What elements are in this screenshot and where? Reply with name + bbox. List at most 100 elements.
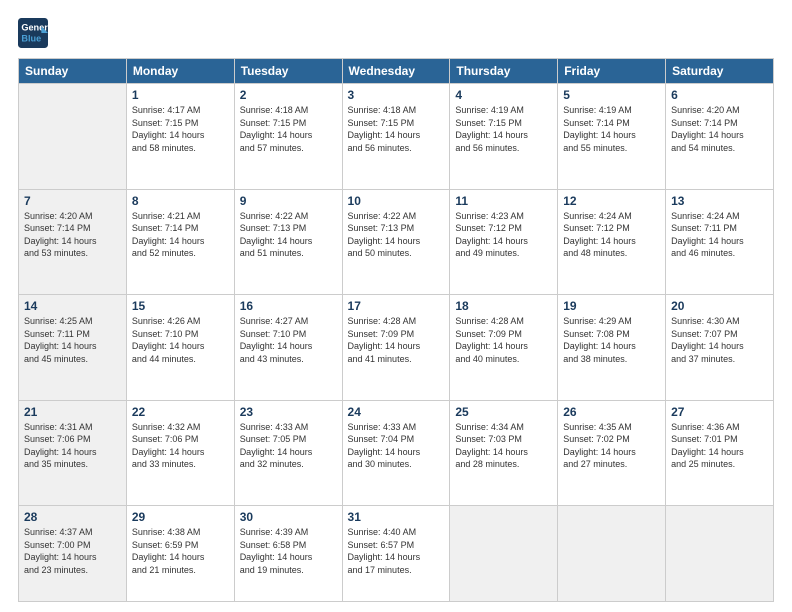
calendar-cell xyxy=(558,506,666,602)
cell-info: Sunrise: 4:19 AMSunset: 7:14 PMDaylight:… xyxy=(563,104,660,154)
cell-info: Sunrise: 4:33 AMSunset: 7:04 PMDaylight:… xyxy=(348,421,445,471)
cell-info: Sunrise: 4:25 AMSunset: 7:11 PMDaylight:… xyxy=(24,315,121,365)
calendar-table: SundayMondayTuesdayWednesdayThursdayFrid… xyxy=(18,58,774,602)
day-number: 25 xyxy=(455,405,552,419)
day-number: 31 xyxy=(348,510,445,524)
calendar-cell: 4 Sunrise: 4:19 AMSunset: 7:15 PMDaylight… xyxy=(450,84,558,190)
day-number: 5 xyxy=(563,88,660,102)
day-number: 17 xyxy=(348,299,445,313)
calendar-cell: 3 Sunrise: 4:18 AMSunset: 7:15 PMDaylight… xyxy=(342,84,450,190)
day-number: 4 xyxy=(455,88,552,102)
day-number: 16 xyxy=(240,299,337,313)
week-row: 28Sunrise: 4:37 AMSunset: 7:00 PMDayligh… xyxy=(19,506,774,602)
cell-info: Sunrise: 4:22 AMSunset: 7:13 PMDaylight:… xyxy=(348,210,445,260)
calendar-cell: 26Sunrise: 4:35 AMSunset: 7:02 PMDayligh… xyxy=(558,400,666,506)
day-number: 15 xyxy=(132,299,229,313)
logo: General Blue xyxy=(18,18,52,48)
day-number: 22 xyxy=(132,405,229,419)
day-number: 29 xyxy=(132,510,229,524)
calendar-cell: 21 Sunrise: 4:31 AMSunset: 7:06 PMDayligh… xyxy=(19,400,127,506)
cell-info: Sunrise: 4:18 AMSunset: 7:15 PMDaylight:… xyxy=(348,104,445,154)
calendar-cell: 14 Sunrise: 4:25 AMSunset: 7:11 PMDayligh… xyxy=(19,295,127,401)
weekday-header: Friday xyxy=(558,59,666,84)
calendar-cell: 30 Sunrise: 4:39 AMSunset: 6:58 PMDayligh… xyxy=(234,506,342,602)
calendar-cell: 13 Sunrise: 4:24 AMSunset: 7:11 PMDayligh… xyxy=(666,189,774,295)
cell-info: Sunrise: 4:32 AMSunset: 7:06 PMDaylight:… xyxy=(132,421,229,471)
day-number: 12 xyxy=(563,194,660,208)
weekday-header: Sunday xyxy=(19,59,127,84)
cell-info: Sunrise: 4:28 AMSunset: 7:09 PMDaylight:… xyxy=(455,315,552,365)
cell-info: Sunrise: 4:22 AMSunset: 7:13 PMDaylight:… xyxy=(240,210,337,260)
cell-info: Sunrise: 4:17 AMSunset: 7:15 PMDaylight:… xyxy=(132,104,229,154)
calendar-cell: 11 Sunrise: 4:23 AMSunset: 7:12 PMDayligh… xyxy=(450,189,558,295)
cell-info: Sunrise: 4:20 AMSunset: 7:14 PMDaylight:… xyxy=(671,104,768,154)
cell-info: Sunrise: 4:35 AMSunset: 7:02 PMDaylight:… xyxy=(563,421,660,471)
calendar-cell: 19Sunrise: 4:29 AMSunset: 7:08 PMDayligh… xyxy=(558,295,666,401)
cell-info: Sunrise: 4:24 AMSunset: 7:11 PMDaylight:… xyxy=(671,210,768,260)
cell-info: Sunrise: 4:23 AMSunset: 7:12 PMDaylight:… xyxy=(455,210,552,260)
day-number: 20 xyxy=(671,299,768,313)
calendar-cell: 18 Sunrise: 4:28 AMSunset: 7:09 PMDayligh… xyxy=(450,295,558,401)
header: General Blue xyxy=(18,18,774,48)
calendar-cell: 16Sunrise: 4:27 AMSunset: 7:10 PMDayligh… xyxy=(234,295,342,401)
calendar-cell: 17Sunrise: 4:28 AMSunset: 7:09 PMDayligh… xyxy=(342,295,450,401)
cell-info: Sunrise: 4:26 AMSunset: 7:10 PMDaylight:… xyxy=(132,315,229,365)
day-number: 18 xyxy=(455,299,552,313)
day-number: 23 xyxy=(240,405,337,419)
day-number: 10 xyxy=(348,194,445,208)
calendar-cell: 31 Sunrise: 4:40 AMSunset: 6:57 PMDayligh… xyxy=(342,506,450,602)
day-number: 19 xyxy=(563,299,660,313)
weekday-header: Wednesday xyxy=(342,59,450,84)
calendar-cell: 12Sunrise: 4:24 AMSunset: 7:12 PMDayligh… xyxy=(558,189,666,295)
cell-info: Sunrise: 4:34 AMSunset: 7:03 PMDaylight:… xyxy=(455,421,552,471)
day-number: 9 xyxy=(240,194,337,208)
calendar-cell: 15 Sunrise: 4:26 AMSunset: 7:10 PMDayligh… xyxy=(126,295,234,401)
cell-info: Sunrise: 4:18 AMSunset: 7:15 PMDaylight:… xyxy=(240,104,337,154)
cell-info: Sunrise: 4:20 AMSunset: 7:14 PMDaylight:… xyxy=(24,210,121,260)
calendar-cell: 27 Sunrise: 4:36 AMSunset: 7:01 PMDayligh… xyxy=(666,400,774,506)
calendar-cell: 28Sunrise: 4:37 AMSunset: 7:00 PMDayligh… xyxy=(19,506,127,602)
calendar-cell: 1Sunrise: 4:17 AMSunset: 7:15 PMDaylight… xyxy=(126,84,234,190)
calendar-cell: 2 Sunrise: 4:18 AMSunset: 7:15 PMDaylight… xyxy=(234,84,342,190)
cell-info: Sunrise: 4:33 AMSunset: 7:05 PMDaylight:… xyxy=(240,421,337,471)
cell-info: Sunrise: 4:37 AMSunset: 7:00 PMDaylight:… xyxy=(24,526,121,576)
page: General Blue SundayMondayTuesdayWednesda… xyxy=(0,0,792,612)
cell-info: Sunrise: 4:30 AMSunset: 7:07 PMDaylight:… xyxy=(671,315,768,365)
calendar-cell: 20 Sunrise: 4:30 AMSunset: 7:07 PMDayligh… xyxy=(666,295,774,401)
weekday-header: Saturday xyxy=(666,59,774,84)
day-number: 7 xyxy=(24,194,121,208)
week-row: 14 Sunrise: 4:25 AMSunset: 7:11 PMDayligh… xyxy=(19,295,774,401)
day-number: 2 xyxy=(240,88,337,102)
week-row: 21 Sunrise: 4:31 AMSunset: 7:06 PMDayligh… xyxy=(19,400,774,506)
day-number: 3 xyxy=(348,88,445,102)
calendar-cell: 24 Sunrise: 4:33 AMSunset: 7:04 PMDayligh… xyxy=(342,400,450,506)
day-number: 14 xyxy=(24,299,121,313)
logo-icon: General Blue xyxy=(18,18,48,48)
cell-info: Sunrise: 4:39 AMSunset: 6:58 PMDaylight:… xyxy=(240,526,337,576)
calendar-cell: 10 Sunrise: 4:22 AMSunset: 7:13 PMDayligh… xyxy=(342,189,450,295)
calendar-cell: 23 Sunrise: 4:33 AMSunset: 7:05 PMDayligh… xyxy=(234,400,342,506)
weekday-header: Thursday xyxy=(450,59,558,84)
cell-info: Sunrise: 4:36 AMSunset: 7:01 PMDaylight:… xyxy=(671,421,768,471)
calendar-cell: 29Sunrise: 4:38 AMSunset: 6:59 PMDayligh… xyxy=(126,506,234,602)
day-number: 27 xyxy=(671,405,768,419)
header-row: SundayMondayTuesdayWednesdayThursdayFrid… xyxy=(19,59,774,84)
calendar-cell: 7 Sunrise: 4:20 AMSunset: 7:14 PMDaylight… xyxy=(19,189,127,295)
day-number: 11 xyxy=(455,194,552,208)
day-number: 6 xyxy=(671,88,768,102)
calendar-cell xyxy=(19,84,127,190)
cell-info: Sunrise: 4:31 AMSunset: 7:06 PMDaylight:… xyxy=(24,421,121,471)
cell-info: Sunrise: 4:19 AMSunset: 7:15 PMDaylight:… xyxy=(455,104,552,154)
calendar-cell: 9 Sunrise: 4:22 AMSunset: 7:13 PMDaylight… xyxy=(234,189,342,295)
day-number: 21 xyxy=(24,405,121,419)
week-row: 1Sunrise: 4:17 AMSunset: 7:15 PMDaylight… xyxy=(19,84,774,190)
day-number: 30 xyxy=(240,510,337,524)
day-number: 8 xyxy=(132,194,229,208)
day-number: 13 xyxy=(671,194,768,208)
cell-info: Sunrise: 4:40 AMSunset: 6:57 PMDaylight:… xyxy=(348,526,445,576)
day-number: 24 xyxy=(348,405,445,419)
week-row: 7 Sunrise: 4:20 AMSunset: 7:14 PMDaylight… xyxy=(19,189,774,295)
calendar-cell xyxy=(450,506,558,602)
calendar-cell: 5 Sunrise: 4:19 AMSunset: 7:14 PMDaylight… xyxy=(558,84,666,190)
svg-text:Blue: Blue xyxy=(21,33,41,43)
